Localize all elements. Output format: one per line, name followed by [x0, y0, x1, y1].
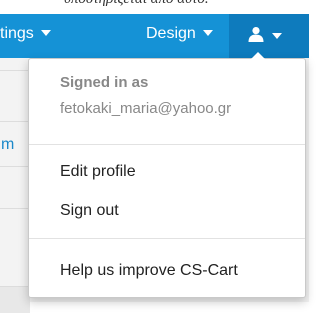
divider: [0, 208, 30, 209]
signed-in-label: Signed in as: [60, 74, 149, 91]
chevron-down-icon: [272, 33, 282, 39]
nav-design-label: Design: [146, 25, 196, 42]
partial-link[interactable]: m: [1, 136, 14, 154]
chevron-down-icon: [40, 29, 51, 36]
background-panel: [0, 286, 30, 313]
dropdown-arrow: [251, 52, 265, 59]
help-improve-link[interactable]: Help us improve CS-Cart: [60, 262, 238, 280]
page-fragment-strip: υποστηρίζεται από αυτό.: [0, 0, 309, 14]
menu-divider: [29, 144, 305, 145]
sign-out-link[interactable]: Sign out: [60, 202, 119, 220]
user-dropdown-menu: Signed in as fetokaki_maria@yahoo.gr Edi…: [28, 52, 306, 298]
divider: [0, 166, 30, 167]
nav-settings-label: tings: [0, 25, 34, 42]
page-fragment-text: υποστηρίζεται από αυτό.: [64, 0, 209, 8]
divider: [0, 70, 30, 71]
user-email: fetokaki_maria@yahoo.gr: [60, 100, 232, 117]
nav-design-menu[interactable]: Design: [146, 14, 213, 58]
nav-settings-menu[interactable]: tings: [0, 14, 51, 58]
user-menu-toggle[interactable]: [229, 14, 309, 58]
divider: [0, 121, 30, 122]
user-icon: [248, 27, 264, 42]
menu-divider: [29, 238, 305, 239]
edit-profile-link[interactable]: Edit profile: [60, 163, 136, 181]
chevron-down-icon: [202, 29, 213, 36]
